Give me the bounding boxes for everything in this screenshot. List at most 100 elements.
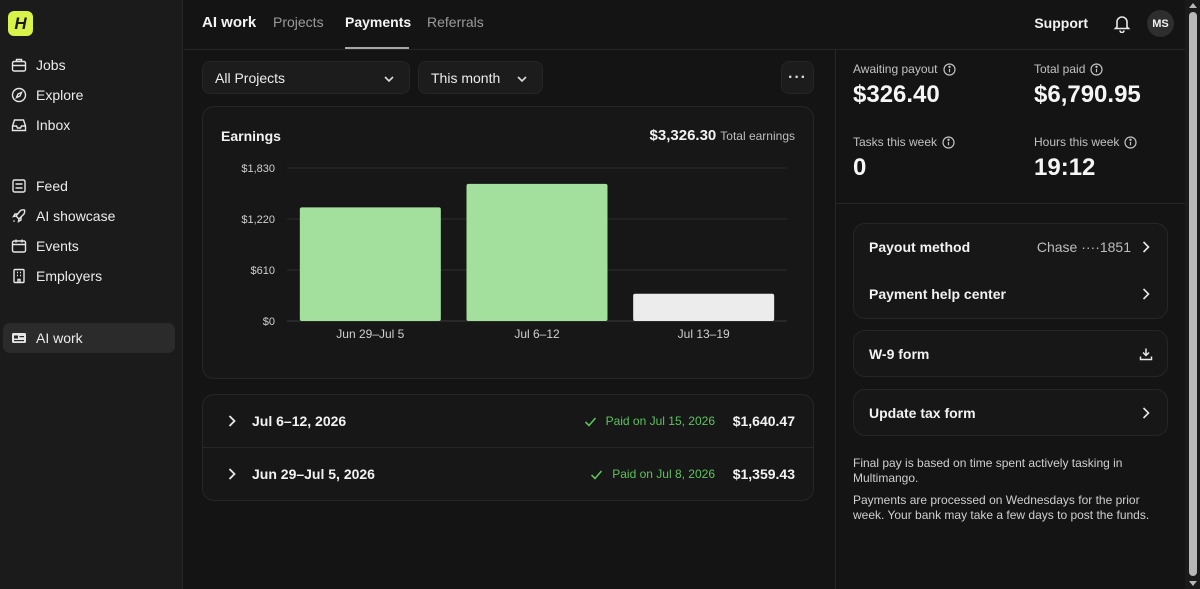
sidebar: H Jobs Explore Inbox Feed AI showcase Ev… [0, 0, 183, 589]
avatar[interactable]: MS [1147, 10, 1174, 37]
sidebar-item-inbox[interactable]: Inbox [3, 110, 175, 140]
payment-status-text: Paid on Jul 15, 2026 [605, 414, 715, 428]
chart-y-tick-label: $0 [263, 316, 275, 328]
tasks-this-week-label-text: Tasks this week [853, 135, 938, 149]
total-paid-label: Total paid [1034, 62, 1103, 76]
sidebar-item-jobs[interactable]: Jobs [3, 50, 175, 80]
update-tax-form-row[interactable]: Update tax form [854, 390, 1167, 436]
info-icon[interactable] [1090, 62, 1103, 76]
project-filter-value: All Projects [215, 69, 286, 86]
payment-help-center-row[interactable]: Payment help center [854, 271, 1167, 317]
payout-summary-panel: Awaiting payout $326.40 Total paid $6,79… [835, 50, 1186, 589]
payments-processed-note: Payments are processed on Wednesdays for… [853, 493, 1150, 522]
chevron-down-icon [517, 76, 527, 83]
chevron-right-icon [1142, 288, 1150, 300]
payment-history-card: Jul 6–12, 2026 Paid on Jul 15, 2026 $1,6… [202, 394, 814, 501]
briefcase-icon [11, 58, 27, 72]
chart-bar[interactable] [299, 207, 441, 321]
scroll-down-arrow-icon[interactable] [1189, 581, 1197, 586]
tasks-this-week-value: 0 [853, 154, 867, 181]
sidebar-item-label: Employers [36, 268, 103, 284]
page-scrollbar[interactable] [1185, 0, 1200, 589]
total-paid-label-text: Total paid [1034, 62, 1086, 76]
chart-y-tick-label: $1,830 [241, 163, 275, 175]
inbox-icon [11, 119, 27, 132]
calendar-icon [11, 239, 27, 253]
chevron-right-icon [228, 468, 236, 480]
total-paid-value: $6,790.95 [1034, 81, 1141, 108]
payment-history-row[interactable]: Jul 6–12, 2026 Paid on Jul 15, 2026 $1,6… [203, 395, 813, 447]
update-tax-form-label: Update tax form [869, 405, 976, 421]
period-filter-dropdown[interactable]: This month [418, 61, 543, 94]
chart-x-tick-label: Jul 13–19 [678, 327, 730, 341]
payment-history-row[interactable]: Jun 29–Jul 5, 2026 Paid on Jul 8, 2026 $… [203, 448, 813, 500]
sidebar-item-events[interactable]: Events [3, 231, 175, 261]
payment-status-text: Paid on Jul 8, 2026 [612, 467, 715, 481]
awaiting-payout-label-text: Awaiting payout [853, 62, 938, 76]
info-icon[interactable] [1124, 135, 1137, 149]
chevron-right-icon [1142, 407, 1150, 419]
bell-icon[interactable] [1112, 13, 1132, 33]
chevron-right-icon [1142, 241, 1150, 253]
payout-method-value: Chase ····1851 [1036, 239, 1131, 255]
download-icon[interactable] [1139, 347, 1153, 361]
tasks-this-week-label: Tasks this week [853, 135, 955, 149]
active-tab-indicator [345, 47, 409, 49]
final-pay-note: Final pay is based on time spent activel… [853, 456, 1123, 485]
payment-period: Jun 29–Jul 5, 2026 [252, 466, 375, 482]
awaiting-payout-value: $326.40 [853, 81, 940, 108]
hours-this-week-label: Hours this week [1034, 135, 1137, 149]
update-tax-form-card[interactable]: Update tax form [853, 389, 1168, 436]
info-icon[interactable] [942, 62, 956, 76]
chevron-down-icon [384, 76, 394, 83]
compass-icon [11, 87, 27, 103]
support-link[interactable]: Support [1034, 15, 1088, 31]
w9-form-label: W-9 form [869, 346, 930, 362]
app-logo[interactable]: H [8, 11, 33, 36]
more-options-button[interactable]: ··· [781, 61, 814, 94]
payment-status: Paid on Jul 15, 2026 [584, 414, 715, 428]
project-filter-dropdown[interactable]: All Projects [202, 61, 410, 94]
sidebar-item-ai-showcase[interactable]: AI showcase [3, 201, 175, 231]
tab-referrals[interactable]: Referrals [427, 14, 484, 30]
scrollbar-thumb[interactable] [1189, 12, 1197, 576]
chart-y-tick-label: $1,220 [241, 214, 275, 226]
sidebar-item-label: Inbox [36, 117, 71, 133]
sidebar-item-explore[interactable]: Explore [3, 80, 175, 110]
panel-divider [836, 203, 1186, 204]
chevron-right-icon [228, 415, 236, 427]
period-filter-value: This month [431, 69, 501, 86]
tab-projects[interactable]: Projects [273, 14, 324, 30]
top-bar: AI work Projects Payments Referrals Supp… [184, 0, 1200, 50]
sidebar-item-label: Feed [36, 178, 68, 194]
earnings-bar-chart: $0 $610 $1,220 $1,830 Jun 29–Jul 5 Jul 6–12 Ju… [241, 163, 787, 341]
chart-bar[interactable] [466, 183, 608, 321]
w9-form-row[interactable]: W-9 form [854, 331, 1167, 377]
check-icon [591, 469, 603, 480]
info-icon[interactable] [942, 135, 955, 149]
sidebar-item-employers[interactable]: Employers [3, 261, 175, 291]
payment-period: Jul 6–12, 2026 [252, 413, 347, 429]
hours-this-week-label-text: Hours this week [1034, 135, 1120, 149]
payout-method-label: Payout method [869, 239, 971, 255]
rocket-icon [12, 209, 26, 223]
tab-payments[interactable]: Payments [345, 14, 411, 30]
payout-method-row[interactable]: Payout method Chase ····1851 [854, 224, 1167, 270]
check-icon [584, 416, 596, 427]
sidebar-item-feed[interactable]: Feed [3, 171, 175, 201]
chart-y-tick-label: $610 [251, 265, 275, 277]
sidebar-item-label: Events [36, 238, 79, 254]
sidebar-item-label: Jobs [36, 57, 66, 73]
scroll-up-arrow-icon[interactable] [1189, 3, 1197, 8]
chart-x-tick-label: Jun 29–Jul 5 [336, 327, 404, 341]
sidebar-item-ai-work[interactable]: AI work [3, 323, 175, 353]
chart-x-tick-label: Jul 6–12 [514, 327, 560, 341]
chart-bar[interactable] [633, 293, 775, 321]
sidebar-item-label: Explore [36, 87, 84, 103]
sidebar-item-label: AI work [36, 330, 83, 346]
payment-status: Paid on Jul 8, 2026 [590, 467, 715, 481]
w9-form-card[interactable]: W-9 form [853, 330, 1168, 377]
payment-amount: $1,359.43 [732, 466, 795, 482]
earnings-card: Earnings $3,326.30 Total earnings $0 $610 $… [202, 106, 814, 379]
sidebar-item-label: AI showcase [36, 208, 116, 224]
